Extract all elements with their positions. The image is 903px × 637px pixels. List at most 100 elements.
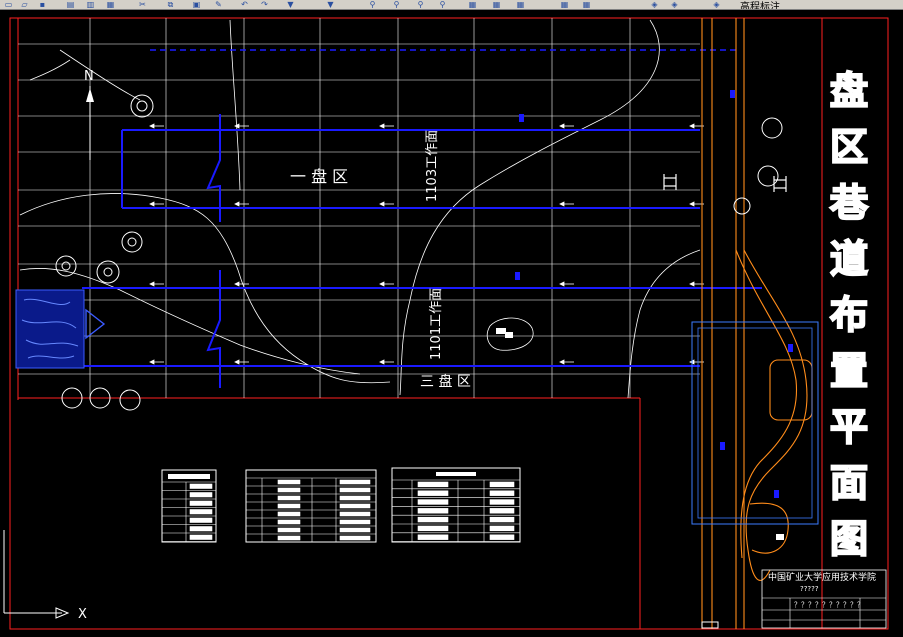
shaft-area-outer <box>691 321 819 525</box>
legend-cell-text <box>277 519 301 525</box>
arrow-head <box>234 201 240 207</box>
legend-cell-text <box>489 499 515 505</box>
ucs-icon: X <box>3 530 87 622</box>
drawing-frame <box>9 17 889 630</box>
open-icon[interactable]: ▱ <box>18 0 31 9</box>
roadways <box>82 49 762 388</box>
save-icon[interactable]: ▪ <box>36 0 49 9</box>
arrow-head <box>149 281 155 287</box>
face-1103-label: 1103工作面 <box>425 130 440 202</box>
elevation-label[interactable]: 高程标注 <box>740 0 780 9</box>
shaft-system <box>701 18 813 629</box>
legend-cell-text <box>339 487 371 493</box>
legend-cell-text <box>417 508 449 514</box>
title-line-3: ？？？？？？？？？？ <box>794 601 864 609</box>
arrow-head <box>379 281 385 287</box>
legend-cell-text <box>339 527 371 533</box>
sheet-set-icon[interactable]: ▦ <box>490 0 503 9</box>
title-char: 平 <box>829 404 869 450</box>
layer-prev-icon[interactable]: ◈ <box>710 0 723 9</box>
legend-cell-text <box>417 481 449 488</box>
arrow-head <box>149 201 155 207</box>
legend-cell-text <box>277 495 301 501</box>
cut-icon[interactable]: ✂ <box>136 0 149 9</box>
legend-cell-text <box>489 481 515 488</box>
calculator-icon[interactable]: ▦ <box>558 0 571 9</box>
shaft-collar <box>701 621 719 629</box>
legend-cell-text <box>417 516 449 523</box>
arrow-head <box>379 123 385 129</box>
layer-icon[interactable]: ◈ <box>648 0 661 9</box>
legend-cell-text <box>277 487 301 493</box>
survey-symbols <box>55 94 783 411</box>
legend-cell-text <box>189 534 213 540</box>
undo-icon[interactable]: ↶ <box>238 0 251 9</box>
match-icon[interactable]: ✎ <box>212 0 225 9</box>
arrow-head <box>149 123 155 129</box>
arrow-head <box>234 281 240 287</box>
legend-cell-text <box>489 490 515 496</box>
print-icon[interactable]: ▤ <box>64 0 77 9</box>
title-char: 置 <box>829 348 869 394</box>
preview-icon[interactable]: ▥ <box>84 0 97 9</box>
zoom-previous-icon[interactable]: ⚲ <box>390 0 403 9</box>
legend-cell-text <box>189 483 213 489</box>
design-center-icon[interactable]: ⚲ <box>436 0 449 9</box>
arrow-head <box>559 201 565 207</box>
pan-icon[interactable]: ▼ <box>284 0 297 9</box>
legend-cell-text <box>277 527 301 533</box>
legend-cell-text <box>339 519 371 525</box>
legend-cell-text <box>489 516 515 523</box>
legend-cell-text <box>489 525 515 532</box>
title-char: 布 <box>829 292 869 338</box>
x-axis-label: X <box>78 607 87 622</box>
legend-cell-text <box>417 534 449 540</box>
legend-cell-text <box>277 535 301 541</box>
zoom-realtime-icon[interactable]: ▼ <box>324 0 337 9</box>
grid-icon[interactable]: ▦ <box>580 0 593 9</box>
arrow-head <box>559 123 565 129</box>
arrow-head <box>379 201 385 207</box>
copy-icon[interactable]: ⧉ <box>164 0 177 9</box>
title-char: 图 <box>829 516 869 562</box>
legend-cell-text <box>189 492 213 498</box>
legend-cell-text <box>417 525 449 532</box>
legend-cell-text <box>189 526 213 532</box>
redo-icon[interactable]: ↷ <box>258 0 271 9</box>
title-char: 道 <box>829 236 869 282</box>
paste-icon[interactable]: ▣ <box>190 0 203 9</box>
publish-icon[interactable]: ▦ <box>104 0 117 9</box>
drawing-canvas[interactable]: N 一 盘 区 三 盘 区 1103工作面 1101工作面 中国矿业大学应用技术… <box>0 10 903 633</box>
arrow-head <box>379 359 385 365</box>
legend-cell-text <box>277 503 301 509</box>
legend-cell-text <box>489 508 515 514</box>
tool-palette-icon[interactable]: ▦ <box>466 0 479 9</box>
arrow-head <box>559 359 565 365</box>
north-arrow: N <box>84 69 94 160</box>
school-name: 中国矿业大学应用技术学院 <box>768 571 876 583</box>
zoom-window-icon[interactable]: ⚲ <box>366 0 379 9</box>
arrow-head <box>559 281 565 287</box>
title-char: 巷 <box>829 180 869 226</box>
properties-icon[interactable]: ⚲ <box>414 0 427 9</box>
legend-cell-text <box>277 479 301 485</box>
arrow-head <box>234 359 240 365</box>
legend-cell-text <box>339 495 371 501</box>
legend-cell-text <box>489 534 515 540</box>
legend-cell-text <box>417 499 449 505</box>
cad-drawing[interactable]: N 一 盘 区 三 盘 区 1103工作面 1101工作面 中国矿业大学应用技术… <box>0 10 903 633</box>
legend-cell-text <box>417 490 449 496</box>
legend-table-3 <box>391 467 521 543</box>
layer-state-icon[interactable]: ◈ <box>668 0 681 9</box>
legend-cell-text <box>339 511 371 517</box>
markup-icon[interactable]: ▦ <box>514 0 527 9</box>
title-char: 区 <box>829 124 869 170</box>
arrow-head <box>149 359 155 365</box>
arrow-head <box>689 201 695 207</box>
title-block: 中国矿业大学应用技术学院 ????? ？？？？？？？？？？ <box>761 569 887 629</box>
face-1101-label: 1101工作面 <box>429 288 444 360</box>
title-line-2: ????? <box>800 585 819 593</box>
new-icon[interactable]: ▭ <box>2 0 15 9</box>
north-label: N <box>84 69 94 84</box>
cad-toolbar: ▭ ▱ ▪ ▤ ▥ ▦ ✂ ⧉ ▣ ✎ ↶ ↷ ▼ ▼ ⚲ ⚲ ⚲ ⚲ ▦ ▦ … <box>0 0 903 10</box>
